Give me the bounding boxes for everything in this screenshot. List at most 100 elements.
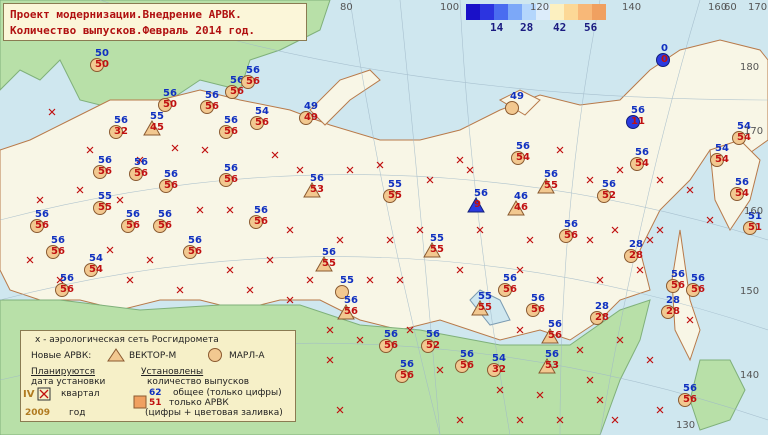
- legend-marl: МАРЛ-А: [229, 351, 265, 361]
- station-marker[interactable]: 56 50: [156, 88, 177, 114]
- station-marker[interactable]: 56 56: [91, 155, 112, 181]
- station-marker[interactable]: 56 54: [509, 141, 530, 167]
- station-marker[interactable]: 56 56: [557, 219, 578, 245]
- legend-network: х - аэрологическая сеть Росгидромета: [35, 335, 219, 345]
- station-marker[interactable]: 46 46: [507, 191, 528, 217]
- station-total-count: 54: [89, 253, 103, 264]
- station-total-count: 56: [548, 319, 562, 330]
- station-marker[interactable]: 56 56: [337, 295, 358, 321]
- station-marker[interactable]: 55 55: [91, 191, 112, 217]
- station-marker[interactable]: 56 56: [198, 90, 219, 116]
- colorbar-swatch: [480, 4, 494, 20]
- station-marker[interactable]: 56 56: [377, 329, 398, 355]
- legend-digits-fill: (цифры + цветовая заливка): [145, 408, 283, 418]
- station-marker[interactable]: 55 55: [471, 291, 492, 317]
- station-marker[interactable]: 56 56: [247, 205, 268, 231]
- station-marker[interactable]: 56 56: [28, 209, 49, 235]
- legend-total-note: общее (только цифры): [173, 388, 282, 398]
- coord-label: 80: [340, 2, 353, 13]
- station-marker[interactable]: 54 54: [82, 253, 103, 279]
- station-marker[interactable]: 56 56: [664, 269, 685, 295]
- station-marker[interactable]: 56 52: [419, 329, 440, 355]
- station-marker[interactable]: 56 56: [393, 359, 414, 385]
- station-total-count: 56: [691, 273, 705, 284]
- station-total-count: 54: [255, 106, 269, 117]
- station-marker[interactable]: 56 56: [53, 273, 74, 299]
- station-marker[interactable]: 56 54: [728, 177, 749, 203]
- station-marker[interactable]: 56 56: [217, 163, 238, 189]
- station-marker[interactable]: 56 55: [537, 169, 558, 195]
- coord-label: 120: [530, 2, 550, 13]
- station-marker[interactable]: 28 28: [659, 295, 680, 321]
- station-marker[interactable]: 56 56: [541, 319, 562, 345]
- station-arvk-count: 56: [503, 284, 517, 295]
- station-arvk-count: 45: [150, 122, 164, 133]
- station-marker[interactable]: 56 55: [315, 247, 336, 273]
- station-marker[interactable]: 56 56: [181, 235, 202, 261]
- legend-planned: Планируются: [31, 367, 95, 377]
- station-marker[interactable]: 50 50: [88, 48, 109, 74]
- station-marker[interactable]: 56 56: [157, 169, 178, 195]
- station-marker[interactable]: 56 52: [595, 179, 616, 205]
- station-marker[interactable]: 54 54: [708, 143, 729, 169]
- station-total-count: 56: [134, 157, 148, 168]
- station-marker[interactable]: 56 56: [151, 209, 172, 235]
- station-marker[interactable]: 56 56: [453, 349, 474, 375]
- map-title: Проект модернизации.Внедрение АРВК. Коли…: [3, 3, 307, 41]
- station-marker[interactable]: 56 56: [524, 293, 545, 319]
- station-marker[interactable]: 55 55: [381, 179, 402, 205]
- station-total-count: 55: [340, 275, 354, 286]
- station-marker[interactable]: 56 56: [496, 273, 517, 299]
- station-marker[interactable]: 56 54: [628, 147, 649, 173]
- colorbar-swatch: [494, 4, 508, 20]
- station-marker[interactable]: 28 28: [588, 301, 609, 327]
- station-total-count: 56: [735, 177, 749, 188]
- station-marker[interactable]: 56 56: [239, 65, 260, 91]
- station-total-count: 56: [400, 359, 414, 370]
- station-marker[interactable]: 56 56: [119, 209, 140, 235]
- station-marker[interactable]: 56 32: [107, 115, 128, 141]
- station-marker[interactable]: 56 9: [467, 188, 488, 214]
- station-total-count: 50: [95, 48, 109, 59]
- station-marker[interactable]: 00: [654, 43, 672, 69]
- legend-issues-count: количество выпусков: [147, 377, 250, 387]
- station-marker[interactable]: 49: [503, 91, 524, 117]
- legend-vektor: ВЕКТОР-М: [129, 351, 177, 361]
- station-arvk-count: 56: [35, 220, 49, 231]
- station-marker[interactable]: 54 56: [248, 106, 269, 132]
- station-total-count: 55: [478, 291, 492, 302]
- station-total-count: 49: [510, 91, 524, 102]
- station-arvk-count: 54: [635, 158, 649, 169]
- legend-arvk-only: только АРВК: [169, 398, 229, 408]
- station-marker[interactable]: 56 11: [624, 105, 645, 131]
- station-marker[interactable]: 56 56: [44, 235, 65, 261]
- station-marker[interactable]: 55 45: [143, 111, 164, 137]
- station-marker[interactable]: 54 32: [485, 353, 506, 379]
- station-marker[interactable]: 56 56: [217, 115, 238, 141]
- station-marker[interactable]: 56 56: [127, 157, 148, 183]
- station-total-count: 28: [666, 295, 680, 306]
- station-total-count: 56: [545, 349, 559, 360]
- station-total-count: 55: [430, 233, 444, 244]
- station-total-count: 28: [595, 301, 609, 312]
- legend-planned-icon: [37, 387, 51, 401]
- station-marker[interactable]: 56 53: [538, 349, 559, 375]
- station-marker[interactable]: 56 53: [303, 173, 324, 199]
- station-marker[interactable]: 28 28: [622, 239, 643, 265]
- station-total-count: 56: [158, 209, 172, 220]
- station-marker[interactable]: 56 56: [676, 383, 697, 409]
- station-arvk-count: 56: [224, 174, 238, 185]
- station-arvk-count: 56: [460, 360, 474, 371]
- station-total-count: 56: [322, 247, 336, 258]
- station-arvk-count: 56: [531, 304, 545, 315]
- station-arvk-count: 54: [89, 264, 103, 275]
- station-marker[interactable]: 55 55: [423, 233, 444, 259]
- colorbar-label-56: 56: [584, 21, 598, 34]
- station-arvk-count: 56: [671, 280, 685, 291]
- station-arvk-count: 56: [126, 220, 140, 231]
- station-marker[interactable]: 56 56: [684, 273, 705, 299]
- station-total-count: 56: [224, 163, 238, 174]
- station-arvk-count: 28: [629, 250, 643, 261]
- station-marker[interactable]: 51 51: [741, 211, 762, 237]
- station-marker[interactable]: 49 49: [297, 101, 318, 127]
